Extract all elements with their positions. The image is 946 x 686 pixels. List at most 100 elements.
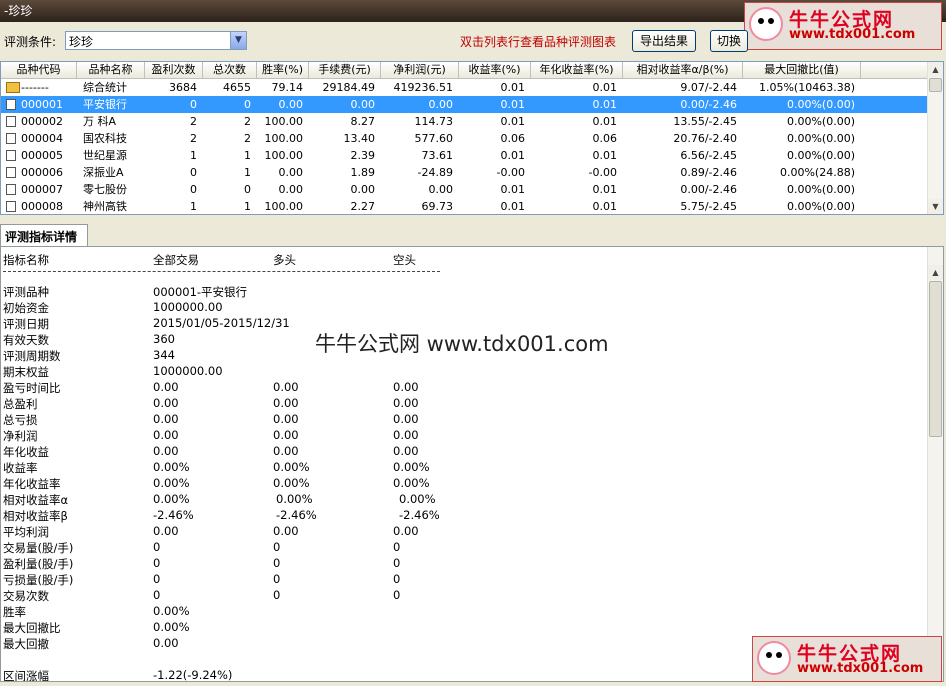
metric-name: 平均利润 [3, 525, 49, 539]
metric-value: 1000000.00 [153, 300, 223, 314]
metric-value: 0.00 [393, 380, 419, 394]
column-header[interactable]: 年化收益率(%) [531, 62, 623, 78]
table-row[interactable]: 000004 国农科技 2 2 100.00 13.40 577.60 0.06 0.06 20.… [1, 130, 928, 147]
column-header[interactable]: 最大回撤比(值) [743, 62, 861, 78]
metric-name: 有效天数 [3, 333, 49, 347]
table-cell: 世纪星源 [83, 149, 127, 162]
metric-name: 评测周期数 [3, 349, 61, 363]
table-cell: 2 [190, 132, 197, 145]
table-cell: 0.00/-2.46 [680, 98, 737, 111]
metric-value: 0 [393, 556, 401, 570]
detail-col-header: 全部交易 [153, 253, 199, 267]
table-row[interactable]: 000002 万 科A 2 2 100.00 8.27 114.73 0.01 0.01 13.5… [1, 113, 928, 130]
metric-name: 净利润 [3, 429, 38, 443]
metric-name: 总盈利 [3, 397, 38, 411]
table-cell: 平安银行 [83, 98, 127, 111]
metric-value: 0.00 [393, 524, 419, 538]
metric-name: 年化收益率 [3, 477, 61, 491]
table-cell: 000004 [21, 132, 63, 145]
table-cell: 29184.49 [322, 81, 376, 94]
column-header[interactable]: 收益率(%) [459, 62, 531, 78]
column-header[interactable]: 总次数 [203, 62, 257, 78]
table-cell: 神州高铁 [83, 200, 127, 213]
condition-select[interactable]: 珍珍 ▼ [65, 31, 247, 50]
metric-value: -2.46% [153, 508, 194, 522]
metric-value: 0 [153, 572, 161, 586]
table-cell: 2 [244, 115, 251, 128]
folder-icon [6, 82, 20, 93]
export-button[interactable]: 导出结果 [632, 30, 696, 52]
detail-scrollbar[interactable]: ▲ ▼ [927, 247, 943, 681]
scroll-up-icon[interactable]: ▲ [928, 62, 943, 77]
document-icon [6, 184, 16, 195]
switch-button[interactable]: 切换 [710, 30, 748, 52]
scroll-up-icon[interactable]: ▲ [928, 265, 943, 280]
metric-value: 1000000.00 [153, 364, 223, 378]
grid-header: 品种代码 品种名称 盈利次数 总次数 胜率(%) 手续费(元) 净利润(元) 收益率(%) 年化… [1, 62, 928, 79]
table-cell: 0.00 [428, 183, 454, 196]
metric-name: 胜率 [3, 605, 26, 619]
table-cell: 1 [190, 200, 197, 213]
document-icon [6, 167, 16, 178]
table-row[interactable]: 000005 世纪星源 1 1 100.00 2.39 73.61 0.01 0.01 6.56/… [1, 147, 928, 164]
detail-col-header: 多头 [273, 253, 296, 267]
table-cell: 000007 [21, 183, 63, 196]
table-cell: 0.00%(24.88) [779, 166, 855, 179]
column-header[interactable]: 品种代码 [1, 62, 77, 78]
metric-value: 0.00% [393, 460, 430, 474]
table-row[interactable]: 000007 零七股份 0 0 0.00 0.00 0.00 0.01 0.01 0.00/-2.… [1, 181, 928, 198]
table-cell: 综合统计 [83, 81, 127, 94]
watermark-text: 牛牛公式网 www.tdx001.com [315, 332, 609, 356]
grid-scrollbar[interactable]: ▲ ▼ [927, 62, 943, 214]
scroll-thumb[interactable] [929, 78, 942, 92]
scroll-thumb[interactable] [929, 281, 942, 437]
metric-value: 0.00% [153, 476, 190, 490]
column-header[interactable]: 胜率(%) [257, 62, 309, 78]
metric-value: 0.00 [393, 412, 419, 426]
table-cell: 0.01 [500, 149, 526, 162]
table-row[interactable]: 000001 平安银行 0 0 0.00 0.00 0.00 0.01 0.01 0.00/-2.… [1, 96, 928, 113]
metric-value: 0.00 [273, 396, 299, 410]
metric-name: 最大回撤 [3, 637, 49, 651]
table-cell: 5.75/-2.45 [680, 200, 737, 213]
cow-icon [757, 641, 791, 675]
table-row[interactable]: 000008 神州高铁 1 1 100.00 2.27 69.73 0.01 0.01 5.75/… [1, 198, 928, 214]
table-cell: 2.39 [350, 149, 376, 162]
table-cell: 0.01 [592, 183, 618, 196]
scroll-down-icon[interactable]: ▼ [928, 199, 943, 214]
table-cell: 8.27 [350, 115, 376, 128]
metric-value: 0.00% [153, 620, 190, 634]
table-cell: 0.00 [278, 183, 304, 196]
column-header[interactable]: 盈利次数 [145, 62, 203, 78]
column-header[interactable]: 品种名称 [77, 62, 145, 78]
metric-name: 总亏损 [3, 413, 38, 427]
metric-name: 年化收益 [3, 445, 49, 459]
chevron-down-icon[interactable]: ▼ [230, 32, 246, 49]
metric-value: 0 [393, 572, 401, 586]
metric-value: -1.22(-9.24%) [153, 668, 233, 682]
table-cell: 0.00 [350, 183, 376, 196]
table-cell: 20.76/-2.40 [673, 132, 737, 145]
table-cell: 13.55/-2.45 [673, 115, 737, 128]
column-header[interactable]: 相对收益率α/β(%) [623, 62, 743, 78]
metric-value: 0.00 [153, 412, 179, 426]
detail-panel: 指标名称 全部交易 多头 空头 评测品种 000001-平安银行 初始资金 1000000.0… [0, 246, 944, 682]
document-icon [6, 133, 16, 144]
column-header[interactable]: 净利润(元) [381, 62, 459, 78]
table-cell: 零七股份 [83, 183, 127, 196]
table-cell: 1 [244, 149, 251, 162]
metric-name: 期末权益 [3, 365, 49, 379]
table-cell: -24.89 [417, 166, 453, 179]
table-row[interactable]: ------- 综合统计 3684 4655 79.14 29184.49 419236.5… [1, 79, 928, 96]
table-cell: 0.01 [592, 81, 618, 94]
table-cell: 0.00 [278, 98, 304, 111]
column-header[interactable]: 手续费(元) [309, 62, 381, 78]
site-logo-bottom: 牛牛公式网 www.tdx001.com [752, 636, 942, 682]
table-cell: 0.06 [592, 132, 618, 145]
results-grid[interactable]: 品种代码 品种名称 盈利次数 总次数 胜率(%) 手续费(元) 净利润(元) 收益率(%) 年化… [0, 61, 944, 215]
detail-col-header: 指标名称 [3, 253, 49, 267]
table-cell: 0.01 [592, 115, 618, 128]
table-cell: 0.00%(0.00) [786, 200, 855, 213]
table-row[interactable]: 000006 深振业A 0 1 0.00 1.89 -24.89 -0.00 -0.00 0.89… [1, 164, 928, 181]
tab-eval-details[interactable]: 评测指标详情 [0, 224, 88, 246]
